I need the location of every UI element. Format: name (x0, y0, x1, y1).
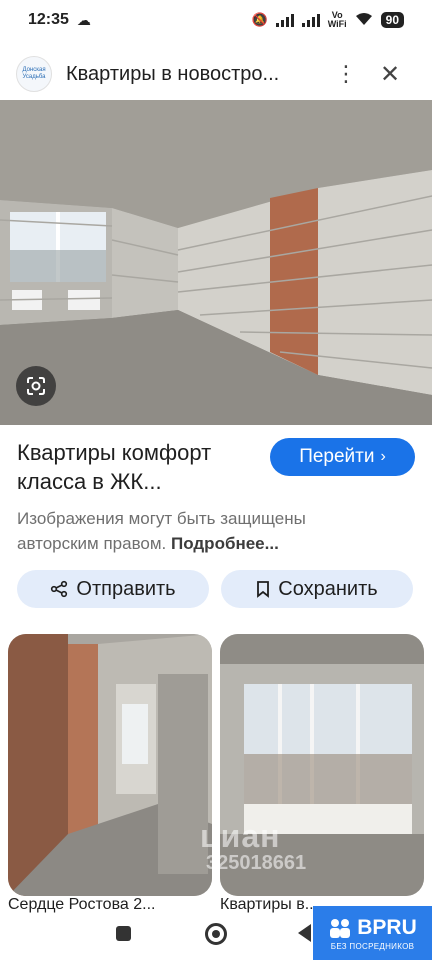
status-time: 12:35 (28, 11, 69, 28)
site-logo[interactable]: Донская Усадьба (16, 56, 52, 92)
signal-icon-2 (301, 13, 320, 27)
watermark-text: циан (200, 818, 281, 854)
chevron-right-icon: › (380, 448, 386, 465)
people-icon (330, 918, 351, 938)
visit-button[interactable]: Перейти › (270, 438, 415, 476)
home-button[interactable] (205, 923, 227, 945)
lens-search-button[interactable] (16, 366, 56, 406)
share-button[interactable]: Отправить (17, 570, 209, 608)
vowifi-indicator: Vo WiFi (328, 11, 347, 29)
site-logo-text: Донская Усадьба (22, 67, 46, 80)
lens-icon (27, 377, 45, 395)
home-dot-icon (212, 930, 220, 938)
corridor-photo (8, 634, 212, 896)
signal-icon (275, 13, 294, 27)
status-bar: 12:35 ☁ 🔕 Vo WiFi 90 (0, 0, 432, 40)
learn-more-link[interactable]: Подробнее... (171, 534, 279, 553)
room-photo (0, 100, 432, 425)
watermark-id: 325018661 (206, 852, 307, 874)
vowifi-bottom: WiFi (327, 19, 347, 29)
wifi-icon (355, 12, 373, 29)
main-image[interactable] (0, 100, 432, 425)
mute-icon: 🔕 (251, 12, 268, 27)
copyright-notice: Изображения могут быть защищены авторски… (17, 506, 377, 556)
visit-label: Перейти (299, 446, 375, 467)
result-title[interactable]: Квартиры комфорт класса в ЖК... (17, 438, 262, 496)
save-button[interactable]: Сохранить (221, 570, 413, 608)
status-icons: 🔕 Vo WiFi 90 (252, 11, 404, 29)
related-image-card[interactable] (8, 634, 212, 896)
share-icon (51, 580, 68, 598)
page-title[interactable]: Квартиры в новостро... (66, 63, 316, 86)
more-options-icon[interactable]: ⋮ (334, 61, 358, 87)
back-button[interactable] (298, 924, 311, 942)
share-label: Отправить (76, 577, 176, 600)
bpru-badge: BPRU БЕЗ ПОСРЕДНИКОВ (313, 906, 432, 960)
close-icon[interactable]: ✕ (378, 60, 402, 89)
battery-indicator: 90 (380, 12, 404, 28)
cloud-icon: ☁ (76, 11, 91, 28)
save-label: Сохранить (278, 577, 378, 600)
recents-button[interactable] (116, 926, 131, 941)
viewer-header: Донская Усадьба Квартиры в новостро... ⋮… (0, 50, 432, 98)
bookmark-icon (257, 581, 270, 598)
bpru-subtitle: БЕЗ ПОСРЕДНИКОВ (330, 941, 415, 951)
bpru-name: BPRU (357, 915, 417, 939)
